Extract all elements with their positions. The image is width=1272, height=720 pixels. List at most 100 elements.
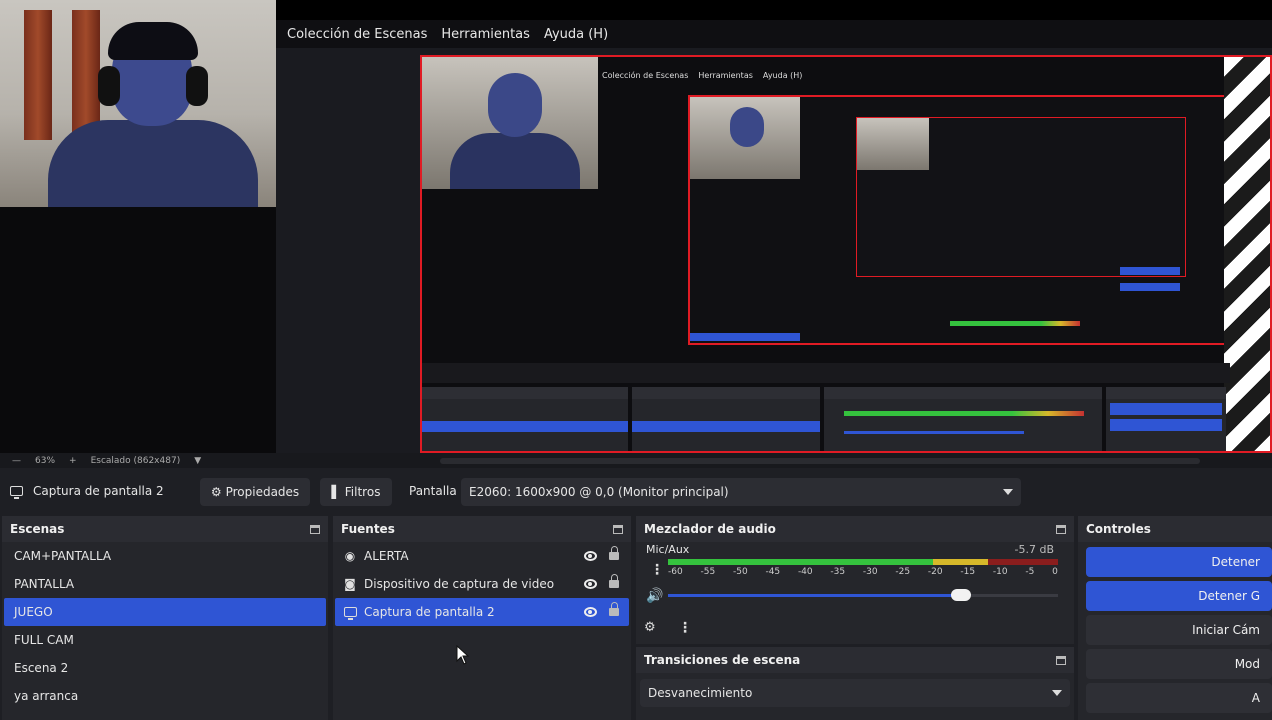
scene-item[interactable]: ya arranca — [4, 682, 326, 710]
start-virtual-camera-button[interactable]: Iniciar Cám — [1086, 615, 1272, 645]
stop-recording-button[interactable]: Detener G — [1086, 581, 1272, 611]
source-item[interactable]: ◙ Dispositivo de captura de video — [335, 570, 629, 598]
mixer-menu-icon[interactable]: ⋮ — [678, 620, 692, 636]
audio-channel-name: Mic/Aux — [646, 543, 690, 556]
source-item-selected[interactable]: Captura de pantalla 2 — [335, 598, 629, 626]
scale-dropdown-icon[interactable]: ▼ — [194, 456, 201, 466]
studio-mode-button[interactable]: Mod — [1086, 649, 1272, 679]
filter-icon: ▌ — [331, 485, 341, 499]
audio-mixer-dock: Mezclador de audio Mic/Aux -5.7 dB ⋮ -60… — [636, 516, 1074, 644]
tick-label: -20 — [927, 567, 943, 577]
undock-icon[interactable] — [310, 524, 320, 534]
properties-button[interactable]: ⚙ Propiedades — [200, 478, 310, 506]
zoom-in-button[interactable]: + — [69, 456, 77, 466]
preview-mini-menu-item: Herramientas — [698, 71, 753, 80]
filters-button[interactable]: ▌ Filtros — [320, 478, 392, 506]
volume-fill — [668, 594, 961, 597]
scene-item[interactable]: Escena 2 — [4, 654, 326, 682]
tick-label: -5 — [1025, 567, 1035, 577]
stop-streaming-button[interactable]: Detener — [1086, 547, 1272, 577]
filters-label: Filtros — [344, 485, 381, 499]
speaker-icon[interactable]: 🔊 — [646, 588, 663, 604]
preview-scrollbar[interactable] — [440, 458, 1200, 464]
scale-label: Escalado (862x487) — [90, 455, 181, 466]
volume-slider[interactable] — [668, 589, 1058, 601]
audio-db-readout: -5.7 dB — [1014, 543, 1055, 556]
chevron-down-icon — [1052, 690, 1062, 696]
display-label: Pantalla — [409, 484, 457, 498]
source-item-label: Captura de pantalla 2 — [364, 605, 495, 619]
undock-icon[interactable] — [1056, 655, 1066, 665]
preview-canvas[interactable]: Colección de Escenas Herramientas Ayuda … — [420, 55, 1272, 453]
transition-select[interactable]: Desvanecimiento — [640, 679, 1070, 707]
preview-webcam — [422, 57, 598, 189]
preview-mini-menu: Colección de Escenas Herramientas Ayuda … — [602, 71, 802, 80]
audio-mixer-title: Mezclador de audio — [644, 522, 776, 536]
tick-label: 0 — [1052, 567, 1058, 577]
gear-icon: ⚙ — [210, 485, 222, 499]
display-select[interactable]: E2060: 1600x900 @ 0,0 (Monitor principal… — [461, 478, 1021, 506]
preview-stripes — [1224, 57, 1270, 451]
preview-empty-area — [0, 207, 276, 453]
transitions-dock: Transiciones de escena Desvanecimiento — [636, 647, 1074, 720]
undock-icon[interactable] — [1056, 524, 1066, 534]
globe-icon: ◉ — [344, 549, 356, 563]
preview-mini-docks — [422, 387, 1230, 451]
menu-tools[interactable]: Herramientas — [441, 27, 530, 42]
lock-icon[interactable] — [609, 602, 619, 616]
tick-label: -40 — [797, 567, 813, 577]
lock-icon[interactable] — [609, 546, 619, 560]
preview-mini-menu-item: Ayuda (H) — [762, 71, 803, 80]
advanced-audio-icon[interactable]: ⚙ — [644, 620, 656, 635]
scene-item[interactable]: PANTALLA — [4, 570, 326, 598]
menu-bar: Colección de Escenas Herramientas Ayuda … — [276, 0, 1272, 48]
scene-item[interactable]: FULL CAM — [4, 626, 326, 654]
tick-label: -45 — [765, 567, 781, 577]
current-source-name: Captura de pantalla 2 — [33, 484, 164, 498]
camera-icon: ◙ — [344, 577, 356, 591]
zoom-out-button[interactable]: — — [12, 456, 21, 466]
scenes-title: Escenas — [10, 522, 65, 536]
eye-icon[interactable] — [584, 551, 597, 561]
undock-icon[interactable] — [613, 524, 623, 534]
webcam-feed — [0, 0, 276, 207]
preview-recursive-capture — [688, 95, 1228, 345]
tick-label: -30 — [862, 567, 878, 577]
preview-status-bar: — 63% + Escalado (862x487) ▼ — [0, 453, 1272, 468]
source-item-label: ALERTA — [364, 549, 409, 563]
menu-help[interactable]: Ayuda (H) — [544, 27, 608, 42]
transition-select-value: Desvanecimiento — [648, 686, 753, 700]
controls-dock: Controles Detener Detener G Iniciar Cám … — [1078, 516, 1272, 720]
channel-menu-icon[interactable]: ⋮ — [650, 562, 664, 578]
tick-label: -50 — [732, 567, 748, 577]
eye-icon[interactable] — [584, 579, 597, 589]
current-source: Captura de pantalla 2 — [10, 484, 164, 499]
mouse-cursor-icon — [456, 645, 470, 665]
tick-label: -25 — [895, 567, 911, 577]
sources-dock: Fuentes ◉ ALERTA ◙ Dispositivo de captur… — [333, 516, 631, 720]
source-toolbar: Captura de pantalla 2 ⚙ Propiedades ▌ Fi… — [0, 468, 1272, 516]
tick-label: -60 — [668, 567, 683, 577]
controls-title: Controles — [1086, 522, 1151, 536]
sources-title: Fuentes — [341, 522, 395, 536]
monitor-icon — [10, 486, 23, 499]
zoom-level: 63% — [35, 455, 56, 466]
settings-button[interactable]: A — [1086, 683, 1272, 713]
monitor-icon — [343, 605, 357, 620]
audio-level-meter — [668, 559, 1058, 565]
scene-item[interactable]: CAM+PANTALLA — [4, 542, 326, 570]
chevron-down-icon — [1003, 489, 1013, 495]
source-item[interactable]: ◉ ALERTA — [335, 542, 629, 570]
tick-label: -10 — [992, 567, 1008, 577]
transitions-title: Transiciones de escena — [644, 653, 801, 667]
volume-handle[interactable] — [950, 589, 971, 601]
menu-scene-collection[interactable]: Colección de Escenas — [287, 27, 427, 42]
preview-mini-toolbar — [422, 363, 1230, 383]
tick-label: -55 — [700, 567, 716, 577]
lock-icon[interactable] — [609, 574, 619, 588]
obs-window: Colección de Escenas Herramientas Ayuda … — [0, 0, 1272, 720]
scenes-dock: Escenas CAM+PANTALLA PANTALLA JUEGO FULL… — [2, 516, 328, 720]
eye-icon[interactable] — [584, 607, 597, 617]
scene-item-selected[interactable]: JUEGO — [4, 598, 326, 626]
preview-mini-menu-item: Colección de Escenas — [602, 71, 689, 80]
